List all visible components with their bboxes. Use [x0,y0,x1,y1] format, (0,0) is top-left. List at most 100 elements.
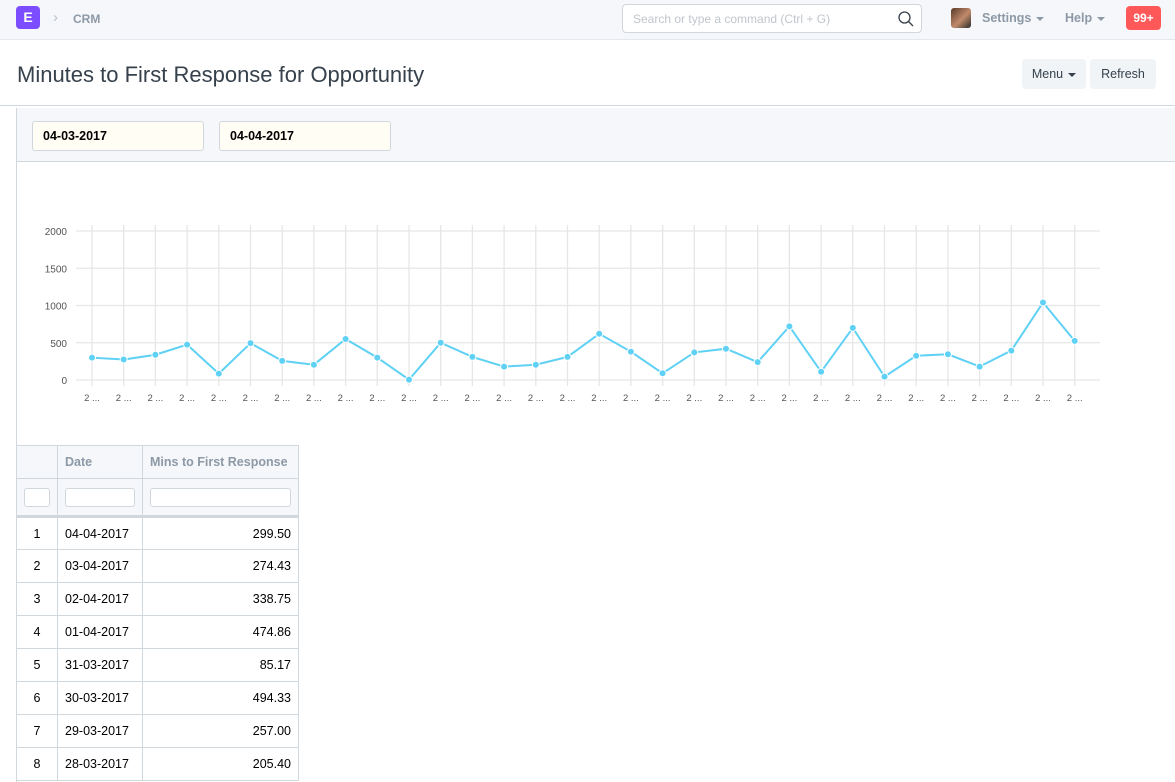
line-chart: 0 500 1000 1500 2000 2 ... 2 ... 2 ... 2 ... 2 ..… [45,225,1100,404]
x-tick-label: 2 ... [401,393,417,404]
x-tick-label: 2 ... [369,393,385,404]
data-point [278,356,287,365]
column-header-date[interactable]: Date [57,445,143,479]
row-date: 03-04-2017 [57,549,143,583]
data-point [1039,298,1047,307]
y-tick-label: 1000 [45,302,68,313]
x-tick-label: 2 ... [1003,393,1019,404]
row-mins: 205.40 [142,747,299,781]
x-tick-label: 2 ... [116,393,132,404]
column-header-mins[interactable]: Mins to First Response [142,445,299,479]
x-tick-label: 2 ... [274,393,290,404]
data-point [690,348,699,357]
x-tick-label: 2 ... [750,393,766,404]
row-date: 31-03-2017 [57,648,143,682]
table-row[interactable]: 4 01-04-2017 474.86 [16,615,299,649]
data-point [151,350,160,359]
report-table: Date Mins to First Response 1 04-04-2017 2… [16,445,299,781]
row-mins: 474.86 [142,615,299,649]
x-tick-label: 2 ... [972,393,988,404]
table-row[interactable]: 2 03-04-2017 274.43 [16,549,299,583]
y-tick-label: 2000 [45,227,68,238]
data-point [468,352,477,361]
x-tick-label: 2 ... [179,393,195,404]
row-index: 7 [16,714,58,748]
data-point [848,323,857,332]
data-point [309,360,318,369]
table-row[interactable]: 8 28-03-2017 205.40 [16,747,299,781]
y-tick-label: 0 [61,376,67,387]
data-point [722,344,730,353]
x-tick-label: 2 ... [560,393,576,404]
x-tick-label: 2 ... [940,393,956,404]
table-header-row: Date Mins to First Response [16,445,299,479]
data-point [975,362,984,371]
table-row[interactable]: 3 02-04-2017 338.75 [16,582,299,616]
x-tick-label: 2 ... [908,393,924,404]
x-tick-label: 2 ... [845,393,861,404]
row-mins: 257.00 [142,714,299,748]
x-tick-label: 2 ... [813,393,829,404]
data-point [1007,346,1016,355]
series-line [91,300,1076,381]
row-mins: 338.75 [142,582,299,616]
data-point [214,369,223,378]
x-tick-label: 2 ... [655,393,671,404]
row-date: 30-03-2017 [57,681,143,715]
data-point [183,340,192,349]
data-point [912,351,921,360]
data-point [246,339,255,348]
x-tick-label: 2 ... [211,393,227,404]
data-point [88,353,96,362]
row-index: 5 [16,648,58,682]
row-index: 3 [16,582,58,616]
data-point [595,329,604,338]
x-tick-label: 2 ... [686,393,702,404]
filter-row [16,478,299,518]
x-tick-label: 2 ... [496,393,512,404]
row-mins: 274.43 [142,549,299,583]
x-tick-label: 2 ... [1067,393,1083,404]
row-date: 28-03-2017 [57,747,143,781]
x-tick-label: 2 ... [306,393,322,404]
y-tick-label: 500 [50,339,67,350]
x-tick-label: 2 ... [84,393,100,404]
data-point [785,322,794,331]
data-point [341,335,350,344]
x-tick-label: 2 ... [877,393,893,404]
table-row[interactable]: 1 04-04-2017 299.50 [16,516,299,550]
x-tick-label: 2 ... [591,393,607,404]
row-index: 1 [16,516,58,550]
filter-input-index[interactable] [24,487,50,507]
row-date: 04-04-2017 [57,516,143,550]
x-tick-label: 2 ... [243,393,259,404]
column-header-index [16,445,58,479]
row-date: 29-03-2017 [57,714,143,748]
data-point [563,352,572,361]
x-tick-label: 2 ... [433,393,449,404]
data-point [531,360,540,369]
data-point [405,375,413,384]
filter-input-mins[interactable] [150,487,291,507]
row-index: 4 [16,615,58,649]
data-point [880,372,889,381]
x-tick-label: 2 ... [781,393,797,404]
filter-input-date[interactable] [65,487,135,507]
table-row[interactable]: 7 29-03-2017 257.00 [16,714,299,748]
y-tick-label: 1500 [45,264,68,275]
x-tick-label: 2 ... [1035,393,1051,404]
row-date: 02-04-2017 [57,582,143,616]
table-row[interactable]: 5 31-03-2017 85.17 [16,648,299,682]
x-tick-label: 2 ... [338,393,354,404]
row-index: 8 [16,747,58,781]
data-point [658,369,667,378]
data-point [1070,336,1079,345]
data-point [753,358,762,367]
row-date: 01-04-2017 [57,615,143,649]
data-point [119,355,128,364]
x-tick-label: 2 ... [464,393,480,404]
table-row[interactable]: 6 30-03-2017 494.33 [16,681,299,715]
x-tick-label: 2 ... [147,393,163,404]
x-tick-label: 2 ... [528,393,544,404]
row-index: 6 [16,681,58,715]
